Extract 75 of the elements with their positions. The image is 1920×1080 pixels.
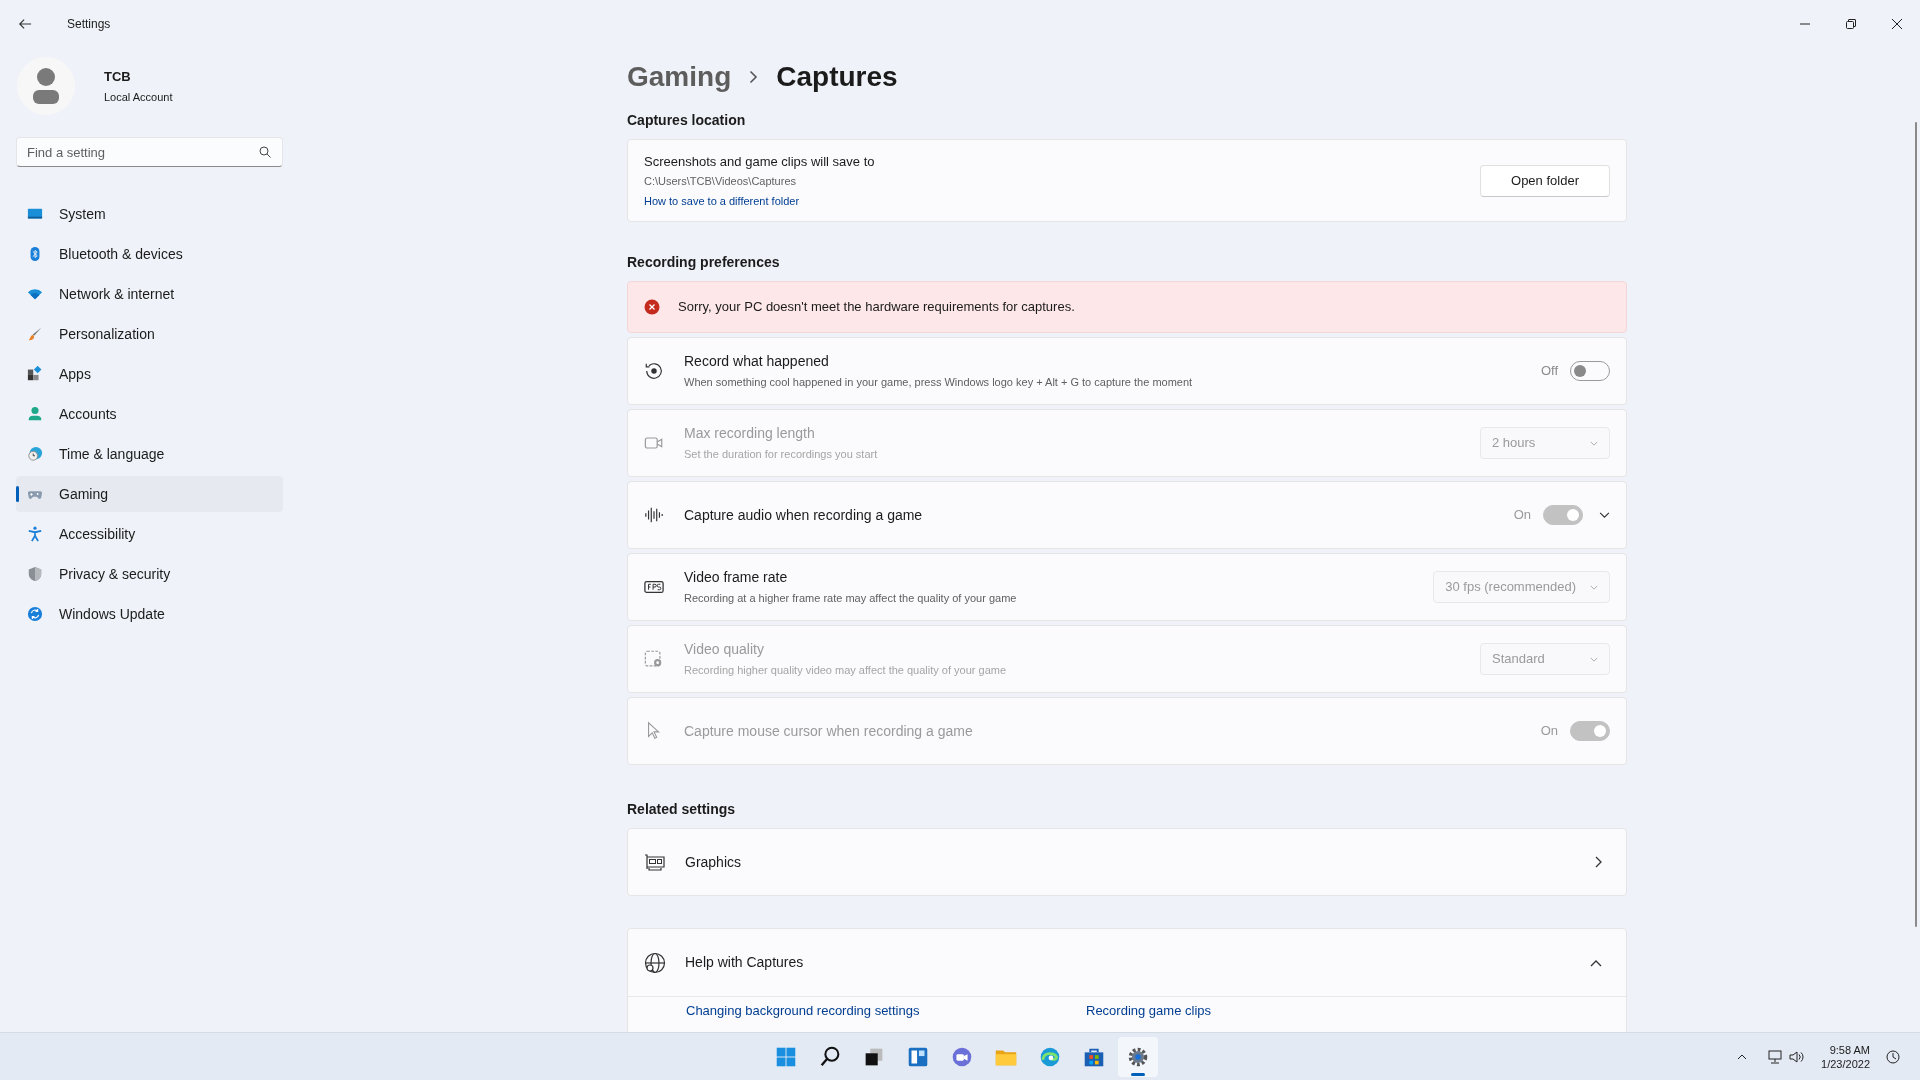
chevron-icon[interactable] [1599,511,1610,519]
setting-title: Record what happened [684,352,830,372]
wifi-icon [27,286,43,302]
clock-time[interactable]: 9:58 AM [1829,1043,1870,1057]
related-setting-row[interactable]: Graphics [627,828,1627,896]
open-folder-button[interactable]: Open folder [1480,164,1610,197]
person-icon [27,406,43,422]
record-icon [644,361,664,381]
refresh-icon [27,606,43,622]
graphics-card-icon [644,853,666,871]
chevron-icon [1590,584,1598,590]
help-link[interactable]: How to save to a different folder [644,192,875,210]
nav-item[interactable]: Network & internet [16,276,283,312]
search-icon [259,146,271,158]
chevron-icon [1590,656,1598,662]
setting-description: Recording higher quality video may affect the quality of your game [684,663,1007,679]
section-heading: Related settings [627,800,737,819]
close-icon[interactable] [1892,19,1902,29]
chevron-icon[interactable] [1737,1054,1748,1060]
network-icon[interactable] [1767,1050,1784,1064]
error-message: Sorry, your PC doesn't meet the hardware requirements for captures. [678,298,1075,317]
setting-description: Set the duration for recordings you start [684,447,878,463]
video-settings-icon [644,649,664,669]
nav-item[interactable]: Accounts [16,396,283,432]
toggle-state: Off [1540,362,1558,381]
volume-icon[interactable] [1789,1050,1806,1064]
help-link[interactable]: Recording game clips [1086,1001,1211,1021]
accessibility-icon [27,526,43,542]
setting-title: Capture mouse cursor when recording a game [684,721,973,741]
globe-search-icon [644,951,666,974]
location-label: Screenshots and game clips will save to [644,152,875,171]
nav-item[interactable]: Accessibility [16,516,283,552]
setting-title: Video quality [684,640,765,660]
account-type: Local Account [104,90,173,105]
search-field[interactable]: Find a setting [16,137,283,167]
user-name: TCB [104,67,132,86]
nav-item[interactable]: Privacy & security [16,556,283,592]
setting-title: Capture audio when recording a game [684,505,923,525]
nav-item[interactable]: System [16,196,283,232]
chevron-icon [1590,440,1598,446]
toggle-state: On [1513,506,1531,525]
back-icon[interactable] [18,17,32,31]
toggle-state: On [1540,722,1558,741]
folder-path: C:\Users\TCB\Videos\Captures [644,174,798,190]
setting-title: Video frame rate [684,568,789,588]
chevron-icon[interactable] [1590,958,1602,967]
shield-icon [27,566,43,582]
taskbar-button[interactable] [1118,1037,1158,1077]
error-icon [644,299,660,315]
page-title: Captures [776,60,898,94]
section-heading: Captures location [627,111,747,130]
brush-icon [27,326,43,342]
scrollbar[interactable] [1915,122,1917,927]
setting-description: When something cool happened in your game, press Windows logo key + Alt + G to capture the moment [684,375,1193,391]
chevron-icon [749,70,759,84]
clock-date[interactable]: 1/23/2022 [1821,1057,1870,1071]
section-heading: Recording preferences [627,253,781,272]
nav-item[interactable]: Bluetooth & devices [16,236,283,272]
help-title: Help with Captures [685,953,804,972]
nav-item[interactable]: Gaming [16,476,283,512]
globe-clock-icon [27,446,43,462]
chevron-icon [1595,856,1602,868]
apps-icon [27,366,43,382]
help-link[interactable]: Changing background recording settings [686,1001,1086,1021]
setting-description: Recording at a higher frame rate may affect the quality of your game [684,591,1017,607]
nav-item[interactable]: Windows Update [16,596,283,632]
breadcrumb-link[interactable]: Gaming [627,56,732,98]
nav-item[interactable]: Time & language [16,436,283,472]
nav-item[interactable]: Apps [16,356,283,392]
audio-wave-icon [644,505,664,525]
setting-title: Max recording length [684,424,816,444]
window-title: Settings [67,16,111,33]
restore-icon[interactable] [1846,19,1856,29]
help-header[interactable]: Help with Captures [628,929,1626,997]
nav-item[interactable]: Personalization [16,316,283,352]
